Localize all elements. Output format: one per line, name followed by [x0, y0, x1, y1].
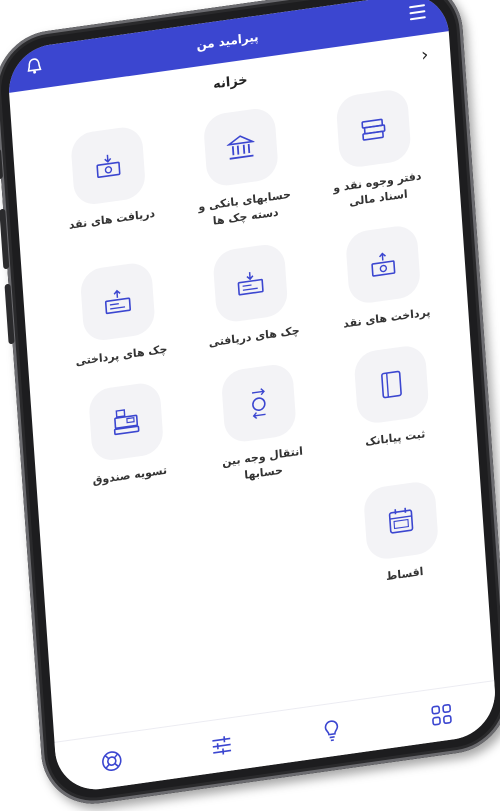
tile-cash-ledger[interactable]: دفتر وجوه نقد و اسناد مالی: [314, 84, 437, 214]
tile-label: چک های پرداختی: [75, 341, 168, 370]
bell-icon[interactable]: [25, 56, 44, 77]
tile-checks-received[interactable]: چک های دریافتی: [190, 239, 312, 353]
chevron-right-icon[interactable]: ›: [421, 44, 430, 66]
transfer-icon: [246, 386, 272, 419]
tile-label: انتقال وجه بین حسابها: [208, 442, 319, 489]
card-icon: [378, 369, 406, 401]
tile-installments[interactable]: اقساط: [341, 476, 463, 590]
hamburger-icon[interactable]: [409, 4, 426, 20]
tile-checks-paid[interactable]: چک های پرداختی: [58, 258, 180, 372]
tile-label: چک های دریافتی: [208, 323, 300, 352]
lifebuoy-icon[interactable]: [99, 748, 124, 775]
cash-receive-icon: [93, 151, 123, 181]
app-title: پیرامید من: [196, 30, 259, 53]
tile-icon-box: [203, 106, 279, 188]
tile-cashbox-settlement[interactable]: تسویه صندوق: [66, 378, 189, 508]
cash-stack-icon: [359, 115, 388, 143]
tile-label: ثبت پیابانک: [365, 426, 426, 450]
tile-icon-box: [345, 224, 421, 306]
page-title: خزانه: [213, 72, 248, 92]
tile-label: اقساط: [386, 564, 424, 585]
calendar-icon: [386, 505, 416, 537]
tile-icon-box: [70, 125, 146, 207]
tile-bank-accounts[interactable]: حسابهای بانکی و دسته چک ها: [181, 103, 304, 233]
tile-icon-box: [353, 344, 429, 426]
tile-label: پرداخت های نقد: [343, 304, 431, 332]
bank-icon: [226, 132, 256, 162]
tile-icon-box: [363, 480, 439, 562]
tile-label: تسویه صندوق: [92, 463, 167, 489]
tile-cash-receipts[interactable]: دریافت های نقد: [48, 122, 171, 252]
phone-screen: پیرامید من خزانه › دفتر وجوه نقد و اسناد…: [6, 0, 498, 795]
cash-register-icon: [111, 406, 141, 438]
cash-pay-icon: [368, 250, 398, 280]
check-pay-icon: [102, 287, 134, 317]
tile-icon-box: [88, 381, 164, 463]
tile-label: حسابهای بانکی و دسته چک ها: [190, 186, 301, 233]
check-receive-icon: [235, 268, 267, 298]
tile-account-transfer[interactable]: انتقال وجه بین حسابها: [199, 359, 322, 489]
tile-icon-box: [335, 88, 411, 170]
lightbulb-icon[interactable]: [318, 717, 343, 744]
tile-icon-box: [212, 242, 288, 324]
tile-icon-box: [80, 261, 156, 343]
sliders-icon[interactable]: [209, 732, 234, 759]
phone-mockup: پیرامید من خزانه › دفتر وجوه نقد و اسناد…: [0, 0, 500, 811]
treasury-grid: دفتر وجوه نقد و اسناد مالی حسابهای بانکی…: [48, 84, 463, 627]
grid-icon[interactable]: [428, 701, 453, 728]
tile-label: دفتر وجوه نقد و اسناد مالی: [322, 167, 433, 214]
tile-card-register[interactable]: ثبت پیابانک: [332, 340, 455, 470]
tile-cash-payments[interactable]: پرداخت های نقد: [323, 220, 445, 334]
tile-label: دریافت های نقد: [68, 206, 155, 234]
tile-icon-box: [221, 362, 297, 444]
